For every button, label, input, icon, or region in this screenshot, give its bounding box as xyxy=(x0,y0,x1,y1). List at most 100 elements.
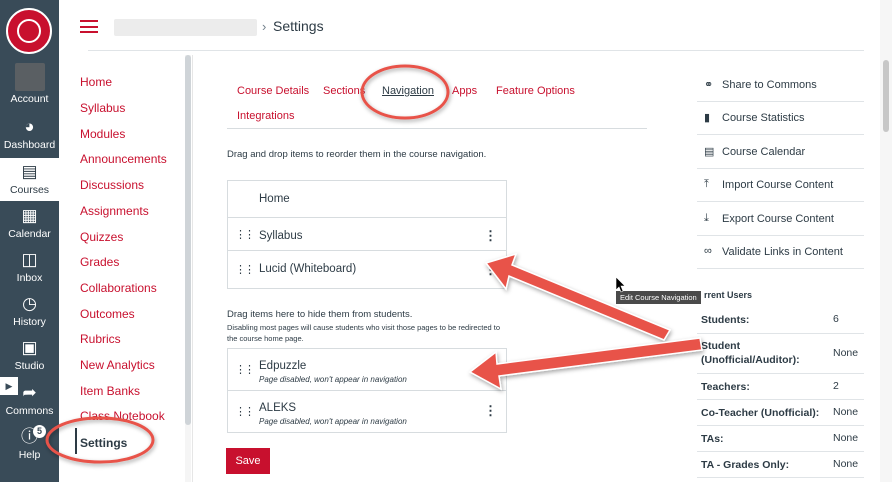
gnav-inbox-label: Inbox xyxy=(16,272,43,284)
user-role-count: 2 xyxy=(833,380,839,392)
gnav-help-label: Help xyxy=(18,449,41,461)
course-nav-settings[interactable]: Settings xyxy=(80,436,127,450)
drag-handle-icon[interactable]: ⋮⋮ xyxy=(235,405,255,418)
course-nav-announcements[interactable]: Announcements xyxy=(80,152,167,166)
list-item[interactable]: ⋮⋮ Edpuzzle Page disabled, won't appear … xyxy=(228,349,506,391)
university-logo[interactable] xyxy=(6,8,52,54)
hidden-items-title: Drag items here to hide them from studen… xyxy=(227,309,413,320)
calendar-icon: ▤ xyxy=(704,146,715,158)
gnav-account-label: Account xyxy=(10,93,49,105)
table-row: TAs: None xyxy=(697,426,864,452)
import-course-content-button[interactable]: ⤒ Import Course Content xyxy=(697,169,864,202)
tab-sections[interactable]: Sections xyxy=(323,85,365,97)
gnav-dashboard-label: Dashboard xyxy=(3,139,56,151)
user-role-label: Students: xyxy=(701,314,750,326)
list-item[interactable]: ⋮⋮ Syllabus ⋮ xyxy=(228,218,506,251)
course-nav-home[interactable]: Home xyxy=(80,75,112,89)
user-role-label: Teachers: xyxy=(701,381,750,393)
course-nav-quizzes[interactable]: Quizzes xyxy=(80,230,123,244)
table-row: Co-Teacher (Unofficial): None xyxy=(697,400,864,426)
course-nav-item-banks[interactable]: Item Banks xyxy=(80,384,140,398)
top-bar: › Settings xyxy=(59,0,892,50)
kebab-menu-icon[interactable]: ⋮ xyxy=(484,403,497,419)
gnav-dashboard[interactable]: ◕ Dashboard xyxy=(0,117,59,151)
calendar-icon: ▦ xyxy=(21,206,38,225)
save-button[interactable]: Save xyxy=(226,448,270,474)
share-to-commons-button[interactable]: ⚭ Share to Commons xyxy=(697,69,864,102)
tab-feature-options[interactable]: Feature Options xyxy=(496,85,575,97)
hidden-item-edpuzzle: Edpuzzle xyxy=(259,360,307,372)
drag-handle-icon[interactable]: ⋮⋮ xyxy=(235,263,255,276)
course-nav-outcomes[interactable]: Outcomes xyxy=(80,307,135,321)
drag-handle-icon[interactable]: ⋮⋮ xyxy=(235,228,255,241)
global-navigation: Account ◕ Dashboard ▤ Courses ▦ Calendar… xyxy=(0,0,59,482)
course-nav-divider xyxy=(192,55,193,482)
user-role-count: None xyxy=(833,406,859,418)
hamburger-menu-icon[interactable] xyxy=(80,20,98,33)
export-course-content-button[interactable]: ⤓ Export Course Content xyxy=(697,203,864,236)
course-nav-class-notebook[interactable]: Class Notebook xyxy=(80,409,165,423)
validate-links-label: Validate Links in Content xyxy=(722,246,843,258)
link-icon: ∞ xyxy=(704,245,712,257)
gnav-help[interactable]: ⓘ 5 Help xyxy=(0,425,59,461)
breadcrumb-course-name[interactable] xyxy=(114,19,257,36)
course-nav-collaborations[interactable]: Collaborations xyxy=(80,281,157,295)
table-row: Students: 6 xyxy=(697,306,864,334)
hidden-item-aleks: ALEKS xyxy=(259,402,297,414)
tab-integrations[interactable]: Integrations xyxy=(237,110,294,122)
tab-course-details[interactable]: Course Details xyxy=(237,85,309,97)
page-scrollbar[interactable] xyxy=(880,0,892,482)
download-icon: ⤓ xyxy=(704,212,709,224)
history-icon: ◷ xyxy=(22,294,37,313)
gnav-commons[interactable]: ➦ Commons xyxy=(0,383,59,417)
drag-handle-icon[interactable]: ⋮⋮ xyxy=(235,363,255,376)
gnav-calendar-label: Calendar xyxy=(8,228,51,240)
gnav-inbox[interactable]: ◫ Inbox xyxy=(0,250,59,284)
studio-icon: ▣ xyxy=(21,338,38,357)
course-nav-new-analytics[interactable]: New Analytics xyxy=(80,358,155,372)
user-role-count: None xyxy=(833,432,859,444)
hidden-item-aleks-status: Page disabled, won't appear in navigatio… xyxy=(259,417,407,426)
course-calendar-label: Course Calendar xyxy=(722,146,806,158)
gnav-courses[interactable]: ▤ Courses xyxy=(0,158,59,201)
bar-chart-icon: ▮ xyxy=(704,112,711,124)
gnav-history[interactable]: ◷ History xyxy=(0,294,59,328)
validate-links-button[interactable]: ∞ Validate Links in Content xyxy=(697,236,864,269)
course-nav-scrollbar[interactable] xyxy=(185,55,191,482)
gnav-account[interactable]: Account xyxy=(0,63,59,105)
list-item[interactable]: ⋮⋮ Lucid (Whiteboard) ⋮ xyxy=(228,251,506,288)
edit-navigation-tooltip: Edit Course Navigation xyxy=(616,291,701,304)
commons-icon: ➦ xyxy=(22,383,37,402)
navigation-instructions: Drag and drop items to reorder them in t… xyxy=(227,149,487,160)
course-nav-assignments[interactable]: Assignments xyxy=(80,204,149,218)
gnav-calendar[interactable]: ▦ Calendar xyxy=(0,206,59,240)
nav-item-lucid: Lucid (Whiteboard) xyxy=(259,263,357,275)
course-nav-modules[interactable]: Modules xyxy=(80,127,125,141)
share-to-commons-label: Share to Commons xyxy=(722,79,817,91)
gnav-history-label: History xyxy=(13,316,46,328)
course-statistics-button[interactable]: ▮ Course Statistics xyxy=(697,102,864,135)
kebab-menu-icon[interactable]: ⋮ xyxy=(484,262,497,278)
list-item[interactable]: ⋮⋮ ALEKS Page disabled, won't appear in … xyxy=(228,391,506,432)
course-nav-rubrics[interactable]: Rubrics xyxy=(80,332,121,346)
course-calendar-button[interactable]: ▤ Course Calendar xyxy=(697,136,864,169)
course-nav-syllabus[interactable]: Syllabus xyxy=(80,101,125,115)
gnav-studio[interactable]: ▣ Studio xyxy=(0,338,59,372)
table-row: Teachers: 2 xyxy=(697,374,864,400)
upload-icon: ⤒ xyxy=(704,178,709,190)
breadcrumb-current: Settings xyxy=(273,18,324,34)
breadcrumb-separator-icon: › xyxy=(262,19,267,34)
inbox-icon: ◫ xyxy=(21,250,38,269)
course-statistics-label: Course Statistics xyxy=(722,112,805,124)
course-nav-discussions[interactable]: Discussions xyxy=(80,178,144,192)
user-role-label: Student (Unofficial/Auditor): xyxy=(701,340,800,366)
tab-navigation[interactable]: Navigation xyxy=(382,85,434,97)
gnav-studio-label: Studio xyxy=(14,360,45,372)
course-nav-grades[interactable]: Grades xyxy=(80,255,119,269)
tab-apps[interactable]: Apps xyxy=(452,85,477,97)
avatar xyxy=(14,63,45,91)
kebab-menu-icon[interactable]: ⋮ xyxy=(484,228,497,244)
import-course-content-label: Import Course Content xyxy=(722,179,834,191)
enabled-items-list: Home ⋮⋮ Syllabus ⋮ ⋮⋮ Lucid (Whiteboard)… xyxy=(227,180,507,289)
active-indicator xyxy=(75,428,77,454)
